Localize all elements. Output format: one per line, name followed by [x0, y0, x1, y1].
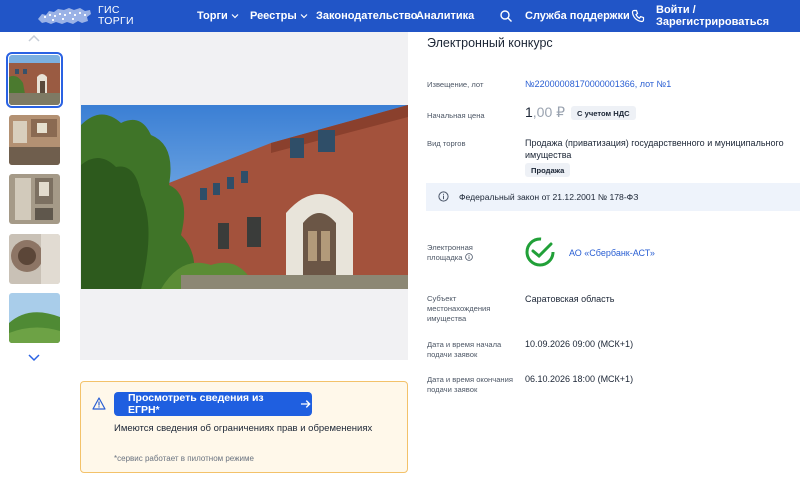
search-icon[interactable]: [499, 9, 513, 23]
law-text: Федеральный закон от 21.12.2001 № 178-ФЗ: [459, 192, 639, 202]
nav-legislation-label: Законодательство: [316, 10, 418, 22]
view-egrn-button-label: Просмотреть сведения из ЕГРН*: [128, 392, 264, 416]
info-icon[interactable]: [464, 253, 473, 261]
platform-link[interactable]: АО «Сбербанк-АСТ»: [569, 247, 655, 259]
nav-torgi-label: Торги: [197, 10, 228, 22]
start-date-label-2: подачи заявок: [427, 350, 478, 359]
thumbnail-image: [9, 55, 60, 105]
auction-kind-value-2: имущества: [525, 150, 572, 160]
chevron-down-icon: [300, 14, 308, 19]
location-label-2: местонахождения: [427, 304, 491, 313]
law-info-bar: Федеральный закон от 21.12.2001 № 178-ФЗ: [426, 183, 800, 211]
location-label-1: Субъект: [427, 294, 457, 303]
thumbnail-3[interactable]: [9, 174, 60, 224]
russia-map-icon: [38, 8, 91, 24]
sale-badge: Продажа: [525, 163, 571, 177]
end-date-label-2: подачи заявок: [427, 385, 478, 394]
thumbnail-image: [9, 234, 60, 284]
auction-kind-label: Вид торгов: [427, 139, 466, 148]
auction-kind-value-1: Продажа (приватизация) государственного …: [525, 138, 784, 148]
vat-badge: С учетом НДС: [571, 106, 636, 120]
location-label-3: имущества: [427, 314, 467, 323]
thumbnail-image: [9, 293, 60, 343]
price-main: 1: [525, 104, 533, 120]
thumbnail-1[interactable]: [6, 52, 63, 108]
end-date-value: 06.10.2026 18:00 (МСК+1): [525, 374, 634, 384]
platform-label-2: площадка: [427, 253, 473, 263]
thumbnail-image: [9, 174, 60, 224]
building-photo-image: [81, 105, 408, 289]
support-label: Служба поддержки: [525, 10, 630, 22]
warning-icon: [92, 397, 106, 410]
logo-line-2: ТОРГИ: [98, 15, 134, 27]
login-register-link[interactable]: Войти / Зарегистрироваться: [656, 0, 800, 32]
support-link[interactable]: Служба поддержки: [525, 0, 630, 32]
starting-price: 1,00 ₽: [525, 104, 565, 121]
thumbnail-image: [9, 115, 60, 165]
egrn-restrictions-text: Имеются сведения об ограничениях прав и …: [114, 423, 373, 434]
notice-label: Извещение, лот: [427, 80, 484, 89]
thumbs-down-arrow-icon[interactable]: [27, 352, 41, 362]
notice-link[interactable]: №22000008170000001366, лот №1: [525, 78, 671, 90]
top-header: ГИС ТОРГИ Торги Реестры Законодательство…: [0, 0, 800, 32]
nav-reestry[interactable]: Реестры: [250, 0, 308, 32]
view-egrn-button[interactable]: Просмотреть сведения из ЕГРН*: [114, 392, 312, 416]
thumbnail-2[interactable]: [9, 115, 60, 165]
nav-analytics[interactable]: Аналитика: [416, 0, 474, 32]
thumbs-up-arrow-icon[interactable]: [27, 34, 41, 44]
info-icon: [438, 191, 449, 202]
start-date-label-1: Дата и время начала: [427, 340, 502, 349]
nav-analytics-label: Аналитика: [416, 10, 475, 22]
login-label: Войти / Зарегистрироваться: [656, 4, 770, 28]
thumbnail-4[interactable]: [9, 234, 60, 284]
price-rest: ,00 ₽: [532, 104, 566, 120]
nav-torgi[interactable]: Торги: [197, 0, 239, 32]
phone-icon[interactable]: [631, 9, 645, 23]
price-label: Начальная цена: [427, 111, 485, 120]
egrn-pilot-note: *сервис работает в пилотном режиме: [114, 454, 254, 463]
arrow-right-icon: [301, 400, 312, 408]
start-date-value: 10.09.2026 09:00 (МСК+1): [525, 339, 634, 349]
auction-type-title: Электронный конкурс: [427, 36, 553, 50]
gis-torgi-logo[interactable]: ГИС ТОРГИ: [36, 3, 136, 29]
end-date-label-1: Дата и время окончания: [427, 375, 513, 384]
location-value: Саратовская область: [525, 294, 615, 304]
thumbnail-5[interactable]: [9, 293, 60, 343]
egrn-notice: Просмотреть сведения из ЕГРН* Имеются св…: [80, 381, 408, 473]
nav-reestry-label: Реестры: [250, 10, 297, 22]
main-photo[interactable]: [81, 105, 408, 289]
chevron-down-icon: [231, 14, 239, 19]
sberbank-ast-logo-icon: [525, 237, 555, 267]
nav-legislation[interactable]: Законодательство: [316, 0, 418, 32]
platform-label-1: Электронная: [427, 243, 473, 252]
